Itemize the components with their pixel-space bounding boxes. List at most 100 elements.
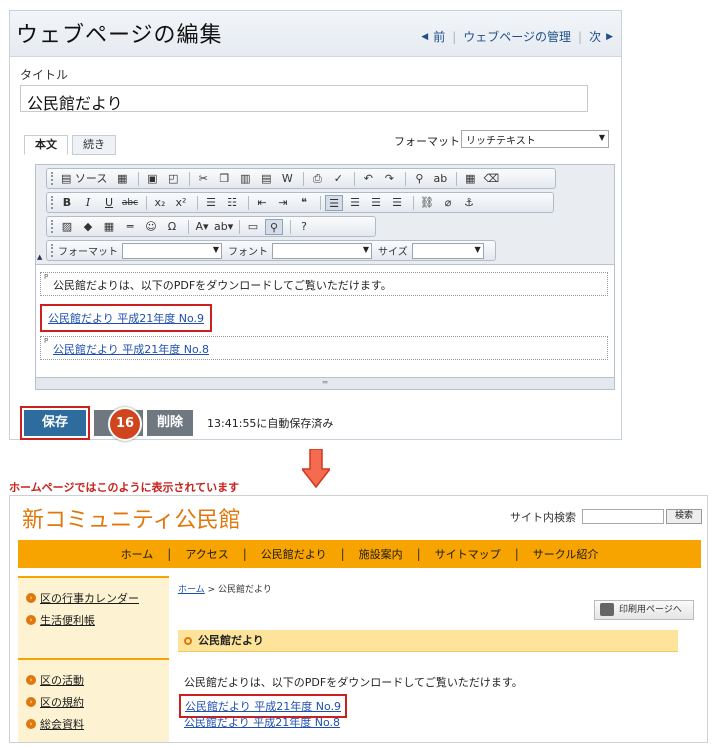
paste-icon[interactable]: ▥ — [236, 171, 254, 187]
superscript-icon[interactable]: x² — [172, 195, 190, 211]
source-button-label: ソース — [74, 171, 108, 185]
site-main: ホーム > 公民館だより 印刷用ページへ 公民館だより 公民館だよりは、以下のP… — [178, 582, 698, 742]
nav-newsletter[interactable]: 公民館だより — [247, 546, 341, 562]
new-page-icon[interactable]: ▦ — [113, 171, 131, 187]
cut-icon[interactable]: ✂ — [194, 171, 212, 187]
align-right-icon[interactable]: ☰ — [367, 195, 385, 211]
text-color-icon[interactable]: A▾ — [193, 219, 211, 235]
toolbar-row-2: B I U abc x₂ x² ☰ ☷ ⇤ ⇥ ❝ ☰ ☰ ☰ ☰ ⛓ ⌀ ⚓ — [46, 192, 554, 213]
content-paragraph[interactable]: P 公民館だよりは、以下のPDFをダウンロードしてご覧いただけます。 — [40, 272, 608, 296]
smiley-icon[interactable]: ☺ — [142, 219, 160, 235]
replace-icon[interactable]: ab — [431, 171, 449, 187]
toolbar-collapse-icon[interactable]: ▲ — [37, 253, 42, 261]
special-char-icon[interactable]: Ω — [163, 219, 181, 235]
undo-icon[interactable]: ↶ — [359, 171, 377, 187]
toolbar-row-1: ▤ ソース ▦ ▣ ◰ ✂ ❐ ▥ ▤ W ⎙ ✓ ↶ ↷ ⚲ ab ▦ ⌫ — [46, 168, 556, 189]
align-justify-icon[interactable]: ☰ — [388, 195, 406, 211]
align-left-icon[interactable]: ☰ — [325, 194, 343, 211]
blockquote-icon[interactable]: ❝ — [295, 195, 313, 211]
spellcheck-icon[interactable]: ✓ — [329, 171, 347, 187]
editor-nav: ◀ 前 | ウェブページの管理 | 次 ▶ — [421, 28, 613, 45]
nav-facilities[interactable]: 施設案内 — [345, 546, 417, 562]
nav-home[interactable]: ホーム — [107, 546, 168, 562]
save-button[interactable]: 保存 — [24, 410, 86, 436]
p-block-tag: P — [44, 273, 49, 281]
underline-icon[interactable]: U — [100, 195, 118, 211]
nav-sitemap[interactable]: サイトマップ — [421, 546, 515, 562]
help-icon[interactable]: ? — [295, 219, 313, 235]
sidebar-item-assembly[interactable]: › 総会資料 — [26, 716, 169, 732]
print-page-button[interactable]: 印刷用ページへ — [594, 600, 694, 620]
arrow-bullet-icon: › — [26, 675, 36, 685]
site-title[interactable]: 新コミュニティ公民館 — [22, 502, 241, 534]
size-combo[interactable]: ▼ — [411, 242, 484, 259]
toolbar-sep — [290, 219, 291, 234]
sidebar-item-calendar[interactable]: › 区の行事カレンダー — [26, 590, 169, 606]
subscript-icon[interactable]: x₂ — [151, 195, 169, 211]
breadcrumb-home[interactable]: ホーム — [178, 585, 205, 595]
bold-icon[interactable]: B — [58, 195, 76, 211]
action-bar: 保存 覧 削除 13:41:55に自動保存済み 16 — [20, 404, 333, 442]
title-input[interactable]: 公民館だより — [20, 85, 588, 113]
delete-button[interactable]: 削除 — [147, 410, 194, 436]
numbered-list-icon[interactable]: ☰ — [202, 195, 220, 211]
content-link-no9[interactable]: 公民館だより 平成21年度 No.9 — [48, 312, 204, 325]
paragraph-text: 公民館だよりは、以下のPDFをダウンロードしてご覧いただけます。 — [53, 279, 392, 292]
image-icon[interactable]: ▨ — [58, 219, 76, 235]
remove-format-icon[interactable]: ⌫ — [482, 171, 500, 187]
sidebar-item-rules[interactable]: › 区の規約 — [26, 694, 169, 710]
preview-icon[interactable]: ◰ — [164, 171, 182, 187]
select-all-icon[interactable]: ▦ — [461, 171, 479, 187]
prev-link[interactable]: 前 — [433, 28, 445, 45]
content-link-no8[interactable]: 公民館だより 平成21年度 No.8 — [53, 343, 209, 356]
italic-icon[interactable]: I — [79, 195, 97, 211]
nav-circles[interactable]: サークル紹介 — [519, 546, 613, 562]
font-combo[interactable]: ▼ — [272, 242, 372, 259]
paste-text-icon[interactable]: ▤ — [257, 171, 275, 187]
outdent-icon[interactable]: ⇤ — [253, 195, 271, 211]
site-search-input[interactable] — [582, 509, 664, 524]
source-button[interactable]: ▤ ソース — [58, 171, 110, 187]
save-icon[interactable]: ▣ — [143, 171, 161, 187]
next-link[interactable]: 次 — [589, 28, 601, 45]
horizontal-rule-icon[interactable]: ═ — [121, 219, 139, 235]
arrow-bullet-icon: › — [26, 697, 36, 707]
resize-handle[interactable]: ═ — [36, 377, 614, 389]
editor-tabs: 本文 続き フォーマット: リッチテキスト ▼ — [14, 130, 609, 155]
manage-pages-link[interactable]: ウェブページの管理 — [463, 28, 571, 45]
hp-link-no8[interactable]: 公民館だより 平成21年度 No.8 — [184, 716, 340, 729]
toolbar-grip — [51, 244, 54, 257]
editor-toolbar: ▤ ソース ▦ ▣ ◰ ✂ ❐ ▥ ▤ W ⎙ ✓ ↶ ↷ ⚲ ab ▦ ⌫ B… — [36, 165, 614, 265]
print-icon[interactable]: ⎙ — [308, 171, 326, 187]
paste-word-icon[interactable]: W — [278, 171, 296, 187]
content-paragraph[interactable]: P 公民館だより 平成21年度 No.8 — [40, 336, 608, 360]
format-select[interactable]: リッチテキスト ▼ — [461, 130, 609, 148]
unlink-icon[interactable]: ⌀ — [439, 195, 457, 211]
bg-color-icon[interactable]: ab▾ — [214, 219, 233, 235]
copy-icon[interactable]: ❐ — [215, 171, 233, 187]
nav-access[interactable]: アクセス — [171, 546, 242, 562]
anchor-icon[interactable]: ⚓ — [460, 195, 478, 211]
sidebar-item-handbook[interactable]: › 生活便利帳 — [26, 612, 169, 628]
site-search-button[interactable]: 検索 — [666, 509, 702, 524]
arrow-bullet-icon: › — [26, 593, 36, 603]
table-icon[interactable]: ▦ — [100, 219, 118, 235]
section-heading-text: 公民館だより — [198, 634, 264, 647]
sidebar-item-activities[interactable]: › 区の活動 — [26, 672, 169, 688]
tab-continuation[interactable]: 続き — [72, 135, 116, 155]
toolbar-sep — [146, 195, 147, 210]
indent-icon[interactable]: ⇥ — [274, 195, 292, 211]
flash-icon[interactable]: ◆ — [79, 219, 97, 235]
tab-main-body[interactable]: 本文 — [24, 135, 68, 155]
editor-content[interactable]: P 公民館だよりは、以下のPDFをダウンロードしてご覧いただけます。 公民館だよ… — [36, 266, 614, 378]
bulleted-list-icon[interactable]: ☷ — [223, 195, 241, 211]
link-icon[interactable]: ⛓ — [418, 195, 436, 211]
hp-link-no9[interactable]: 公民館だより 平成21年度 No.9 — [185, 700, 341, 713]
strikethrough-icon[interactable]: abc — [121, 195, 139, 211]
maximize-icon[interactable]: ▭ — [244, 219, 262, 235]
align-center-icon[interactable]: ☰ — [346, 195, 364, 211]
format-combo[interactable]: ▼ — [122, 242, 222, 259]
redo-icon[interactable]: ↷ — [380, 171, 398, 187]
find-icon[interactable]: ⚲ — [410, 171, 428, 187]
show-blocks-icon[interactable]: ⚲ — [265, 218, 283, 235]
